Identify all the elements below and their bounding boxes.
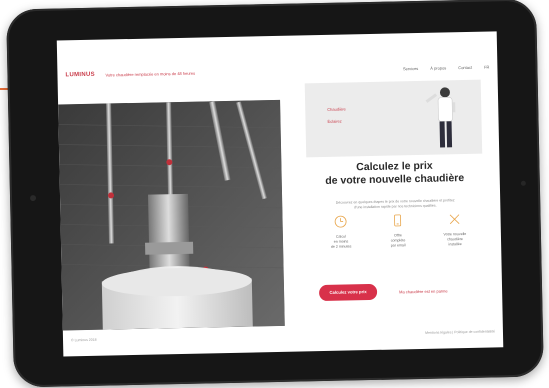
promo-banner: Chaudière Éclairez — [304, 79, 483, 158]
nav-item-language[interactable]: FR — [484, 64, 489, 69]
nav-item-about[interactable]: À propos — [430, 65, 446, 70]
page-subtitle: Découvrez en quelques étapes le prix de … — [307, 198, 483, 212]
tablet-device: LUMINUS Votre chaudière remplacée en moi… — [6, 0, 544, 388]
banner-text-2: Éclairez — [327, 118, 342, 124]
title-line-2: de votre nouvelle chaudière — [325, 172, 465, 187]
brand-logo[interactable]: LUMINUS — [65, 72, 95, 79]
page-title: Calculez le prix de votre nouvelle chaud… — [306, 159, 483, 189]
phone-icon — [394, 214, 402, 227]
brand-tagline: Votre chaudière remplacée en moins de 48… — [105, 70, 196, 78]
top-nav: Services À propos Contact FR — [403, 64, 490, 71]
tools-icon — [449, 214, 460, 225]
feature-offer-label-3: par email — [390, 243, 406, 248]
boiler-breakdown-link[interactable]: Ma chaudière est en panne — [399, 288, 448, 294]
footer-copyright: © Luminus 2018 — [70, 337, 97, 343]
feature-calculation: Calcul en moins de 2 minutes — [312, 214, 369, 267]
feature-calculation-label-3: de 2 minutes — [330, 244, 352, 249]
home-button — [29, 195, 37, 202]
feature-calculation-label: Calcul en moins de 2 minutes — [331, 234, 352, 249]
features-row: Calcul en moins de 2 minutes Offre compl… — [312, 212, 483, 268]
clock-icon — [334, 215, 347, 228]
feature-install-label: Votre nouvelle chaudière installée — [443, 232, 466, 247]
calculate-price-button[interactable]: Calculez votre prix — [318, 283, 378, 302]
feature-offer: Offre complète par email — [369, 213, 426, 266]
feature-install: Votre nouvelle chaudière installée — [426, 212, 483, 265]
camera-dot — [520, 180, 526, 186]
footer-legal-links[interactable]: Mentions légales | Politique de confiden… — [425, 329, 495, 334]
nav-item-services[interactable]: Services — [403, 66, 418, 71]
tablet-screen: LUMINUS Votre chaudière remplacée en moi… — [56, 31, 504, 357]
hero-photo — [58, 99, 285, 331]
feature-offer-label: Offre complète par email — [390, 233, 406, 248]
nav-item-contact[interactable]: Contact — [458, 65, 472, 70]
banner-text-1: Chaudière — [327, 106, 346, 112]
boiler-photo-illustration — [58, 99, 285, 331]
person-illustration — [425, 87, 456, 148]
feature-install-label-3: installée — [448, 242, 462, 247]
